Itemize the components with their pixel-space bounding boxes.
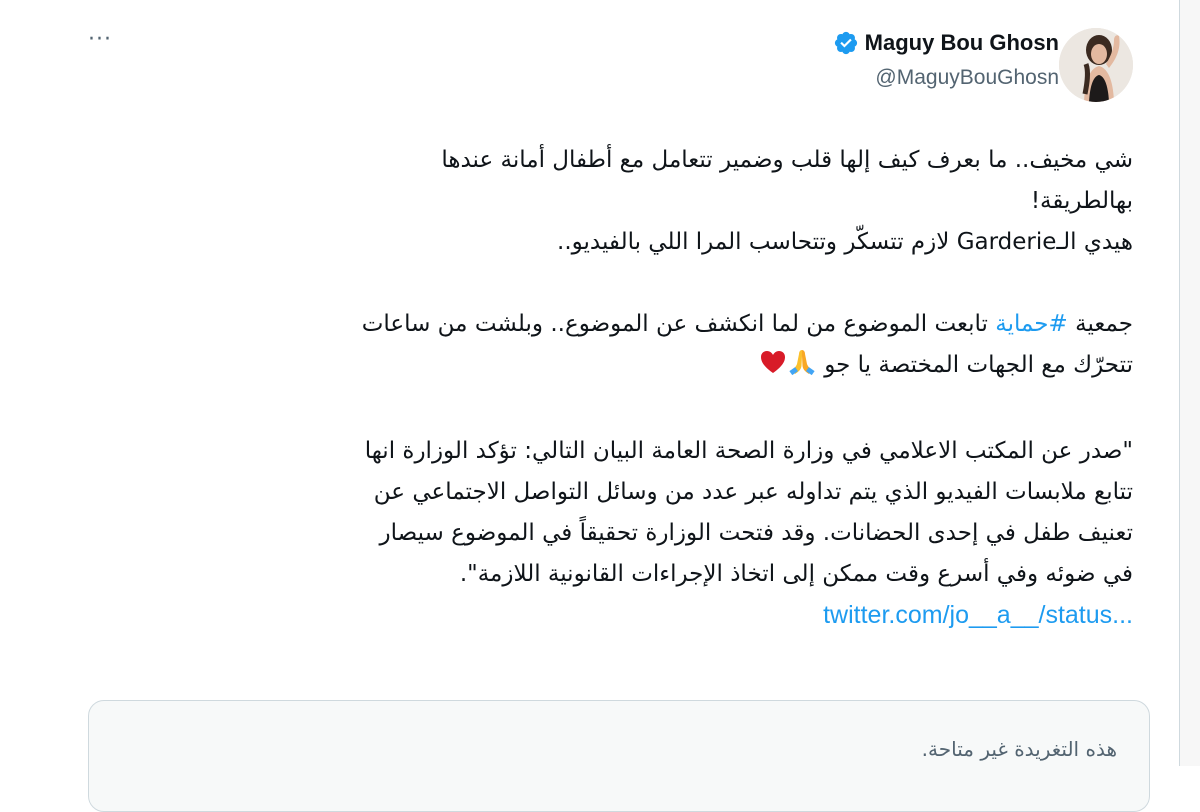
author-block: Maguy Bou Ghosn @MaguyBouGhosn [833,26,1059,90]
author-name: Maguy Bou Ghosn [864,30,1059,55]
scrollbar-track[interactable] [1180,0,1200,766]
more-options-icon[interactable]: ··· [88,29,112,51]
status-link[interactable]: twitter.com/jo__a__/status... [823,595,1133,636]
tweet-line: تعنيف طفل في إحدى الحضانات. وقد فتحت الو… [379,520,1133,546]
tweet-text: شي مخيف.. ما بعرف كيف إلها قلب وضمير تتع… [73,140,1133,637]
tweet-line: بهالطريقة! [1030,188,1133,214]
quoted-tweet-card[interactable]: هذه التغريدة غير متاحة. [88,700,1150,812]
author-handle[interactable]: @MaguyBouGhosn [833,66,1059,90]
tweet-line: في ضوئه وفي أسرع وقت ممكن إلى اتخاذ الإج… [459,561,1133,587]
avatar-image [1059,28,1133,102]
tweet-unavailable-text: هذه التغريدة غير متاحة. [921,737,1117,761]
tweet-text-segment: تتحرّك مع الجهات المختصة يا جو [816,352,1133,378]
tweet-line: شي مخيف.. ما بعرف كيف إلها قلب وضمير تتع… [441,147,1133,173]
tweet-line: جمعية #حماية تابعت الموضوع من لما انكشف … [73,304,1133,345]
avatar[interactable] [1059,28,1133,102]
red-heart-icon [759,348,787,390]
tweet-line: "صدر عن المكتب الاعلامي في وزارة الصحة ا… [364,438,1133,464]
hashtag-link[interactable]: #حماية [995,311,1068,337]
tweet-line: twitter.com/jo__a__/status... [73,595,1133,637]
tweet-line: تتحرّك مع الجهات المختصة يا جو [73,345,1133,390]
verified-badge-icon [834,31,857,55]
tweet-line: هيدي الـGarderie لازم تتسكّر وتتحاسب الم… [557,229,1133,255]
author-name-row[interactable]: Maguy Bou Ghosn [833,26,1059,60]
tweet-text-segment: تابعت الموضوع من لما انكشف عن الموضوع.. … [361,311,996,337]
folded-hands-icon [787,346,817,390]
tweet-line: تتابع ملابسات الفيديو الذي يتم تداوله عب… [373,479,1133,505]
tweet-card: ··· Maguy Bou Ghosn @MaguyBouGhosn شي مخ… [0,0,1180,812]
tweet-text-segment: جمعية [1067,311,1133,337]
